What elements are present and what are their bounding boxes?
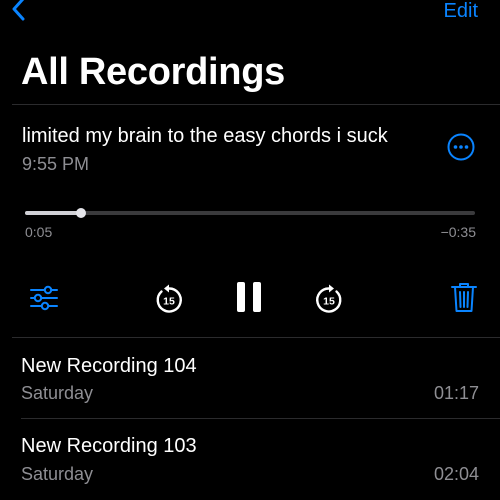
- page-title: All Recordings: [21, 51, 285, 93]
- sliders-icon: [30, 285, 58, 311]
- active-recording-time: 9:55 PM: [22, 154, 90, 174]
- list-item[interactable]: New Recording 103 Saturday 02:04: [0, 419, 500, 499]
- skip-forward-button[interactable]: 15: [313, 281, 345, 315]
- chevron-left-icon: [12, 0, 25, 21]
- pause-icon: [237, 282, 261, 312]
- back-button[interactable]: [8, 0, 32, 22]
- ellipsis-circle-icon: [447, 133, 475, 161]
- edit-button[interactable]: Edit: [444, 0, 478, 22]
- skip-back-button[interactable]: 15: [153, 281, 185, 315]
- recording-name: New Recording 104: [21, 355, 197, 377]
- skip-forward-seconds: 15: [323, 296, 335, 308]
- skip-back-15-icon: 15: [156, 284, 182, 313]
- skip-back-seconds: 15: [163, 296, 175, 308]
- recording-duration: 01:17: [433, 383, 479, 403]
- trash-icon: [451, 283, 477, 312]
- recording-duration: 02:04: [433, 464, 479, 484]
- scrubber-thumb[interactable]: [76, 208, 87, 218]
- skip-forward-15-icon: 15: [316, 284, 342, 313]
- more-options-button[interactable]: [446, 132, 476, 162]
- pause-button[interactable]: [234, 280, 264, 314]
- recording-date: Saturday: [21, 464, 94, 484]
- active-recording-title[interactable]: limited my brain to the easy chords i su…: [22, 124, 388, 148]
- recording-name: New Recording 103: [21, 435, 197, 457]
- scrubber-progress: [25, 211, 82, 215]
- divider: [12, 104, 500, 105]
- remaining-time: −0:35: [440, 224, 476, 240]
- playback-options-button[interactable]: [29, 284, 59, 312]
- recording-date: Saturday: [21, 383, 94, 403]
- playback-scrubber[interactable]: [25, 208, 475, 218]
- elapsed-time: 0:05: [25, 224, 53, 240]
- delete-button[interactable]: [450, 280, 478, 314]
- list-item[interactable]: New Recording 104 Saturday 01:17: [0, 338, 500, 418]
